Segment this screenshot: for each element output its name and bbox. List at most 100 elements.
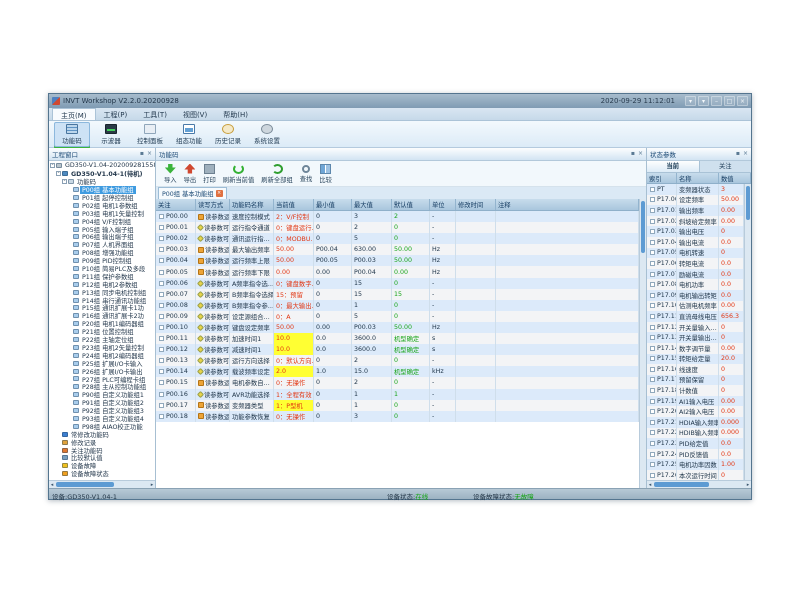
table-row[interactable]: P00.04读参数运…运行频率上限50.00P00.05P00.0350.00H… — [156, 255, 639, 266]
pin-icon[interactable]: ▪ — [140, 151, 144, 157]
table-row[interactable]: P00.03读参数运…最大输出频率50.00P00.04630.0050.00H… — [156, 244, 639, 255]
status-horizontal-scrollbar[interactable]: ◂ ▸ — [647, 480, 751, 488]
row-checkbox[interactable] — [650, 462, 655, 467]
status-row[interactable]: P17.14数字调节量0.00 — [647, 343, 744, 354]
row-checkbox[interactable] — [650, 250, 655, 255]
row-checkbox[interactable] — [159, 247, 164, 252]
tree-group-p98组[interactable]: P98组 AIAO校正功能 — [49, 422, 155, 430]
close-panel-icon[interactable]: × — [638, 151, 643, 157]
cell-current-value[interactable]: 1：P型机 — [274, 400, 314, 411]
menu-item-2[interactable]: 工程(P) — [96, 108, 136, 120]
style-icon[interactable]: ▾ — [685, 96, 696, 106]
table-row[interactable]: P00.00读参数运…速度控制模式2：V/F控制032- — [156, 211, 639, 222]
ribbon-button-6[interactable]: 系统设置 — [249, 122, 285, 147]
tree-tool[interactable]: 设备故障 — [49, 462, 155, 470]
tree-group-p03组[interactable]: P03组 电机1矢量控制 — [49, 209, 155, 217]
table-row[interactable]: P00.12读参数可…减速时间110.00.03600.0机型确定s — [156, 344, 639, 355]
tree-group-p24组[interactable]: P24组 电机2编码器组 — [49, 351, 155, 359]
tree-group-p22组[interactable]: P22组 主轴定位组 — [49, 336, 155, 344]
status-row[interactable]: P17.19AI1输入电压0.00 — [647, 396, 744, 407]
close-tab-icon[interactable]: × — [216, 190, 223, 197]
table-row[interactable]: P00.14读参数可…载波频率设定2.01.015.0机型确定kHz — [156, 366, 639, 377]
minimize-button[interactable]: – — [711, 96, 722, 106]
toolbar-export-button[interactable]: 导出 — [184, 164, 197, 184]
toolbar-print-button[interactable]: 打印 — [203, 164, 216, 184]
tree-group-p93组[interactable]: P93组 自定义功能组4 — [49, 415, 155, 423]
cell-current-value[interactable]: 0.00 — [274, 266, 314, 277]
menu-item-5[interactable]: 帮助(H) — [215, 108, 256, 120]
toolbar-search-button[interactable]: 查找 — [300, 165, 313, 183]
status-row[interactable]: P17.04输出电流0.0 — [647, 237, 744, 248]
row-checkbox[interactable] — [650, 303, 655, 308]
table-row[interactable]: P00.05读参数运…运行频率下限0.000.00P00.040.00Hz — [156, 266, 639, 277]
table-row[interactable]: P00.15读参数运…电机参数自…0：无操作020- — [156, 377, 639, 388]
column-header-1[interactable]: 关注 — [156, 199, 196, 210]
toolbar-refresh-current-button[interactable]: 刷新当前值 — [223, 164, 254, 184]
tree-group-p09组[interactable]: P09组 PID控制组 — [49, 257, 155, 265]
row-checkbox[interactable] — [650, 197, 655, 202]
table-row[interactable]: P00.09读参数可…设定源组合…0：A050- — [156, 311, 639, 322]
row-checkbox[interactable] — [159, 214, 164, 219]
status-row[interactable]: P17.01输出频率0.00 — [647, 205, 744, 216]
tree-group-p26组[interactable]: P26组 扩展I/O卡输出 — [49, 367, 155, 375]
ribbon-button-2[interactable]: 示波器 — [93, 122, 129, 147]
cell-current-value[interactable]: 0：最大输出… — [274, 300, 314, 311]
row-checkbox[interactable] — [159, 336, 164, 341]
status-row[interactable]: P17.05电机转速0 — [647, 248, 744, 259]
tree-group-p28组[interactable]: P28组 主从控制功能组 — [49, 383, 155, 391]
table-row[interactable]: P00.10读参数可…键盘设定频率50.000.00P00.0350.00Hz — [156, 322, 639, 333]
tree-group-p90组[interactable]: P90组 自定义功能组1 — [49, 391, 155, 399]
status-row[interactable]: P17.09电机输出转矩0.0 — [647, 290, 744, 301]
row-checkbox[interactable] — [650, 293, 655, 298]
column-header-5[interactable]: 最小值 — [314, 199, 352, 210]
status-row[interactable]: P17.07励磁电流0.0 — [647, 269, 744, 280]
row-checkbox[interactable] — [159, 281, 164, 286]
tree-group-p25组[interactable]: P25组 扩展I/O卡输入 — [49, 359, 155, 367]
column-header-3[interactable]: 功能码名称 — [230, 199, 274, 210]
close-panel-icon[interactable]: × — [147, 151, 152, 157]
cell-current-value[interactable]: 0：无操作 — [274, 411, 314, 422]
status-row[interactable]: P17.21HDIA输入频率0.000 — [647, 417, 744, 428]
tree-group-p13组[interactable]: P13组 同步电机控制组 — [49, 288, 155, 296]
tree-group-p21组[interactable]: P21组 位置控制组 — [49, 328, 155, 336]
tree-horizontal-scrollbar[interactable]: ◂ ▸ — [49, 480, 155, 488]
row-checkbox[interactable] — [650, 229, 655, 234]
cell-current-value[interactable]: 0：无操作 — [274, 377, 314, 388]
row-checkbox[interactable] — [159, 325, 164, 330]
status-row[interactable]: P17.23PID给定值0.0 — [647, 438, 744, 449]
ribbon-button-1[interactable]: 功能码 — [54, 122, 90, 147]
status-tab-1[interactable]: 当前 — [647, 161, 700, 172]
status-row[interactable]: P17.26本次运行时间0 — [647, 470, 744, 480]
row-checkbox[interactable] — [650, 208, 655, 213]
toolbar-refresh-all-button[interactable]: 刷新全部组 — [261, 164, 292, 184]
row-checkbox[interactable] — [650, 441, 655, 446]
tree-tool[interactable]: 设备故障状态 — [49, 470, 155, 478]
status-row[interactable]: P17.11直流母线电压656.3 — [647, 311, 744, 322]
column-header-7[interactable]: 默认值 — [392, 199, 430, 210]
row-checkbox[interactable] — [159, 236, 164, 241]
row-checkbox[interactable] — [650, 261, 655, 266]
status-row[interactable]: P17.12开关量输入…0 — [647, 322, 744, 333]
cell-current-value[interactable]: 50.00 — [274, 255, 314, 266]
table-vertical-scrollbar[interactable] — [639, 199, 646, 488]
status-row[interactable]: P17.20AI2输入电压0.00 — [647, 406, 744, 417]
table-row[interactable]: P00.16读参数可…AVR功能选择1：全程有效011- — [156, 389, 639, 400]
status-row[interactable]: P17.22HDIB输入频率0.000 — [647, 428, 744, 439]
table-row[interactable]: P00.18读参数运…功能参数恢复0：无操作030- — [156, 411, 639, 422]
row-checkbox[interactable] — [650, 399, 655, 404]
tree-tool[interactable]: 常修改功能码 — [49, 430, 155, 438]
row-checkbox[interactable] — [650, 356, 655, 361]
tree-group-p91组[interactable]: P91组 自定义功能组2 — [49, 399, 155, 407]
status-row[interactable]: P17.03输出电压0 — [647, 226, 744, 237]
tree-node-function-codes[interactable]: -功能码 — [49, 178, 155, 186]
row-checkbox[interactable] — [650, 325, 655, 330]
row-checkbox[interactable] — [159, 403, 164, 408]
menu-item-1[interactable]: 主页(M) — [52, 108, 96, 120]
cell-current-value[interactable]: 0：键盘数字… — [274, 278, 314, 289]
row-checkbox[interactable] — [650, 420, 655, 425]
tree-group-p07组[interactable]: P07组 人机界面组 — [49, 241, 155, 249]
ribbon-button-5[interactable]: 历史记录 — [210, 122, 246, 147]
status-row[interactable]: P17.24PID反馈值0.0 — [647, 449, 744, 460]
tree-group-p08组[interactable]: P08组 增强功能组 — [49, 249, 155, 257]
row-checkbox[interactable] — [650, 377, 655, 382]
